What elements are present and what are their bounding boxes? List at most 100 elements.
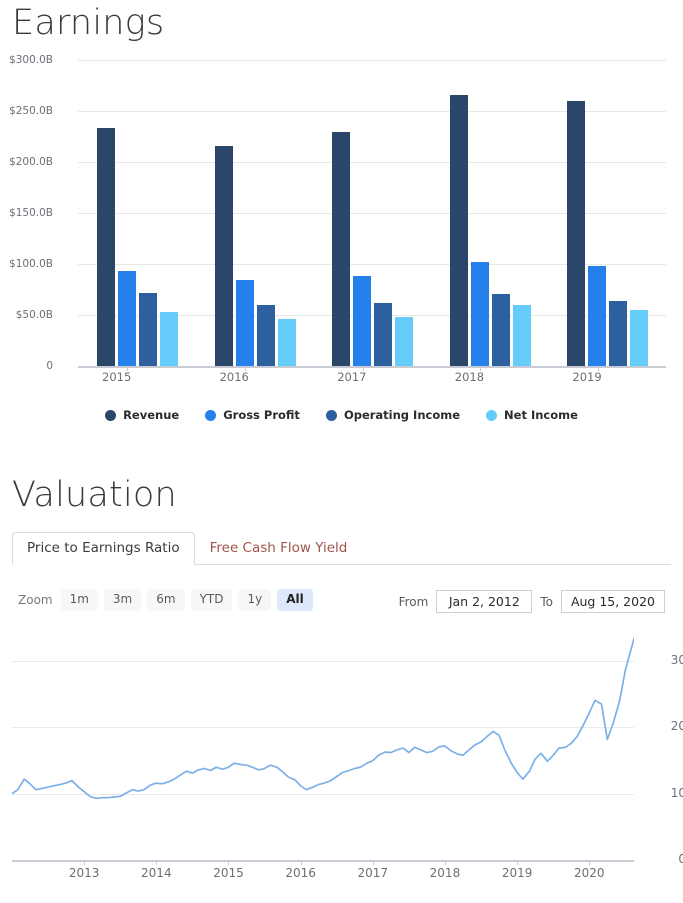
bar-group-2016 [196, 60, 314, 366]
bar-x-axis-label-2017: 2017 [337, 370, 367, 384]
page-title-earnings: Earnings [12, 3, 165, 43]
legend-label: Gross Profit [223, 408, 300, 422]
line-x-tick [372, 860, 374, 865]
zoom-button-3m[interactable]: 3m [103, 589, 142, 611]
bar-gross-profit-2015[interactable] [118, 270, 136, 366]
bar-gross-profit-2017[interactable] [353, 276, 372, 366]
bar-y-axis-tick: $250.0B [9, 105, 53, 117]
bar-gridline [78, 366, 666, 368]
tab-free-cash-flow-yield[interactable]: Free Cash Flow Yield [195, 532, 363, 565]
bar-operating-income-2017[interactable] [374, 303, 393, 366]
zoom-label: Zoom [18, 592, 53, 607]
bar-net-income-2015[interactable] [160, 311, 178, 366]
legend-item-operating-income[interactable]: Operating Income [325, 408, 461, 422]
zoom-buttons: 1m 3m 6m YTD 1y All [60, 589, 313, 611]
line-y-axis-tick: 10 [670, 785, 683, 800]
line-x-tick [444, 860, 446, 865]
from-label: From [398, 594, 429, 609]
valuation-line-chart: 30 20 10 0 2013 2014 2015 2016 2017 2018 2019 2020 [0, 628, 683, 903]
bar-revenue-2018[interactable] [449, 95, 468, 366]
bar-group-2015 [78, 60, 196, 366]
bar-net-income-2019[interactable] [630, 309, 649, 366]
bar-x-tick [362, 366, 364, 371]
line-gridline [12, 860, 634, 862]
legend-dot-icon [325, 409, 337, 421]
zoom-button-1y[interactable]: 1y [238, 589, 272, 611]
legend-item-gross-profit[interactable]: Gross Profit [205, 408, 300, 422]
zoom-button-6m[interactable]: 6m [147, 589, 185, 611]
tab-price-to-earnings-ratio[interactable]: Price to Earnings Ratio [12, 532, 195, 565]
line-x-axis-label-2017: 2017 [357, 866, 389, 880]
zoom-button-ytd[interactable]: YTD [190, 589, 233, 611]
bar-y-axis-tick: $50.0B [15, 309, 53, 321]
legend-item-net-income[interactable]: Net Income [486, 408, 578, 422]
legend-label: Net Income [504, 408, 578, 422]
bar-x-axis-label-2019: 2019 [572, 370, 602, 384]
pe-ratio-line-series [12, 637, 634, 800]
line-x-tick [300, 860, 302, 865]
legend-item-revenue[interactable]: Revenue [105, 408, 179, 422]
line-y-axis-tick: 30 [670, 653, 683, 668]
bar-chart-x-axis: 2015 2016 2017 2018 2019 [78, 370, 666, 384]
page-title-valuation: Valuation [12, 475, 177, 515]
bar-x-tick [597, 366, 599, 371]
earnings-bar-chart: $300.0B $250.0B $200.0B $150.0B $100.0B $50.0… [0, 52, 683, 392]
legend-dot-icon [205, 409, 217, 421]
bar-operating-income-2018[interactable] [491, 293, 510, 366]
line-x-axis-label-2018: 2018 [429, 866, 461, 880]
bar-group-2018 [431, 60, 549, 366]
bar-operating-income-2019[interactable] [609, 300, 628, 366]
bar-x-tick [480, 366, 482, 371]
date-range-group: From Jan 2, 2012 To Aug 15, 2020 [399, 590, 665, 613]
line-x-axis-label-2016: 2016 [285, 866, 316, 880]
earnings-legend: Revenue Gross Profit Operating Income Net I… [0, 408, 683, 422]
line-x-axis-label-2015: 2015 [213, 866, 244, 880]
line-x-tick [589, 860, 591, 865]
bar-operating-income-2015[interactable] [139, 293, 157, 366]
bar-revenue-2017[interactable] [332, 132, 351, 366]
bar-x-tick [244, 366, 246, 371]
bar-group-2019 [548, 60, 666, 366]
zoom-button-1m[interactable]: 1m [60, 589, 98, 611]
bar-gross-profit-2019[interactable] [588, 265, 607, 366]
to-date-input[interactable]: Aug 15, 2020 [560, 590, 665, 613]
line-x-axis-label-2013: 2013 [68, 866, 100, 880]
line-x-axis-label-2014: 2014 [141, 866, 172, 880]
valuation-tab-bar: Price to Earnings Ratio Free Cash Flow Yi… [12, 529, 671, 565]
from-date-input[interactable]: Jan 2, 2012 [436, 590, 533, 613]
bar-chart-groups [78, 60, 666, 366]
legend-dot-icon [105, 409, 117, 421]
zoom-button-all[interactable]: All [277, 589, 313, 611]
line-y-axis-tick: 20 [670, 719, 683, 734]
bar-y-axis-tick: $200.0B [9, 156, 53, 168]
bar-y-axis-tick: 0 [46, 360, 53, 372]
zoom-control-group: Zoom 1m 3m 6m YTD 1y All [18, 589, 313, 611]
bar-group-2017 [313, 60, 431, 366]
legend-label: Revenue [123, 408, 180, 422]
line-x-axis-label-2020: 2020 [573, 866, 605, 880]
bar-x-axis-label-2016: 2016 [219, 370, 249, 384]
bar-x-axis-label-2018: 2018 [454, 370, 485, 384]
line-chart-plot-area[interactable]: 30 20 10 0 [12, 628, 683, 866]
bar-y-axis-tick: $150.0B [9, 207, 53, 219]
legend-label: Operating Income [343, 408, 461, 422]
bar-x-axis-label-2015: 2015 [102, 370, 132, 384]
to-label: To [540, 594, 553, 609]
bar-gross-profit-2016[interactable] [235, 280, 254, 366]
bar-gross-profit-2018[interactable] [470, 262, 489, 366]
line-x-tick [517, 860, 519, 865]
line-y-axis-tick: 0 [678, 852, 683, 866]
bar-revenue-2016[interactable] [214, 146, 233, 366]
bar-revenue-2019[interactable] [567, 100, 586, 366]
bar-net-income-2016[interactable] [277, 319, 296, 366]
bar-net-income-2017[interactable] [395, 316, 414, 366]
legend-dot-icon [486, 409, 498, 421]
bar-revenue-2015[interactable] [97, 127, 115, 366]
line-x-axis-label-2019: 2019 [501, 866, 533, 880]
line-x-tick [84, 860, 86, 865]
bar-operating-income-2016[interactable] [256, 304, 275, 366]
bar-net-income-2018[interactable] [512, 305, 531, 366]
bar-y-axis-tick: $100.0B [9, 258, 53, 270]
line-x-tick [156, 860, 158, 865]
line-x-tick [228, 860, 230, 865]
